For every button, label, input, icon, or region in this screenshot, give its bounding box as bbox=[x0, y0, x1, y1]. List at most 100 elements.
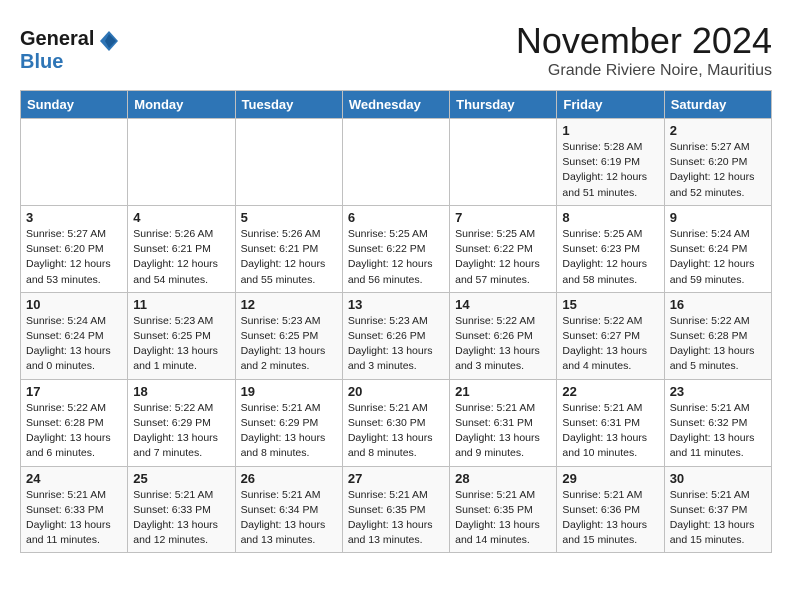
day-number: 25 bbox=[133, 471, 229, 486]
day-number: 20 bbox=[348, 384, 444, 399]
day-number: 2 bbox=[670, 123, 766, 138]
day-info: Sunrise: 5:24 AMSunset: 6:24 PMDaylight:… bbox=[26, 314, 122, 375]
calendar-cell: 21 Sunrise: 5:21 AMSunset: 6:31 PMDayligh… bbox=[450, 379, 557, 466]
weekday-header-friday: Friday bbox=[557, 91, 664, 119]
day-info: Sunrise: 5:26 AMSunset: 6:21 PMDaylight:… bbox=[241, 227, 337, 288]
day-number: 17 bbox=[26, 384, 122, 399]
day-info: Sunrise: 5:21 AMSunset: 6:36 PMDaylight:… bbox=[562, 488, 658, 549]
calendar-cell: 22Sunrise: 5:21 AMSunset: 6:31 PMDayligh… bbox=[557, 379, 664, 466]
day-number: 29 bbox=[562, 471, 658, 486]
calendar-cell: 29 Sunrise: 5:21 AMSunset: 6:36 PMDayligh… bbox=[557, 466, 664, 553]
day-number: 8 bbox=[562, 210, 658, 225]
day-number: 11 bbox=[133, 297, 229, 312]
day-number: 22 bbox=[562, 384, 658, 399]
calendar-cell: 24 Sunrise: 5:21 AMSunset: 6:33 PMDayligh… bbox=[21, 466, 128, 553]
day-info: Sunrise: 5:23 AMSunset: 6:25 PMDaylight:… bbox=[133, 314, 229, 375]
calendar-cell: 13 Sunrise: 5:23 AMSunset: 6:26 PMDayligh… bbox=[342, 292, 449, 379]
day-number: 30 bbox=[670, 471, 766, 486]
logo-blue: Blue bbox=[20, 51, 63, 73]
weekday-header-saturday: Saturday bbox=[664, 91, 771, 119]
day-info: Sunrise: 5:23 AMSunset: 6:25 PMDaylight:… bbox=[241, 314, 337, 375]
calendar-cell: 1 Sunrise: 5:28 AMSunset: 6:19 PMDaylight… bbox=[557, 119, 664, 206]
day-number: 18 bbox=[133, 384, 229, 399]
week-row-4: 17 Sunrise: 5:22 AMSunset: 6:28 PMDayligh… bbox=[21, 379, 772, 466]
day-info: Sunrise: 5:23 AMSunset: 6:26 PMDaylight:… bbox=[348, 314, 444, 375]
day-info: Sunrise: 5:21 AMSunset: 6:31 PMDaylight:… bbox=[455, 401, 551, 462]
week-row-2: 3Sunrise: 5:27 AMSunset: 6:20 PMDaylight… bbox=[21, 205, 772, 292]
day-info: Sunrise: 5:21 AMSunset: 6:35 PMDaylight:… bbox=[455, 488, 551, 549]
day-number: 1 bbox=[562, 123, 658, 138]
day-info: Sunrise: 5:21 AMSunset: 6:37 PMDaylight:… bbox=[670, 488, 766, 549]
day-number: 23 bbox=[670, 384, 766, 399]
calendar-cell: 2 Sunrise: 5:27 AMSunset: 6:20 PMDaylight… bbox=[664, 119, 771, 206]
calendar-cell: 30 Sunrise: 5:21 AMSunset: 6:37 PMDayligh… bbox=[664, 466, 771, 553]
weekday-header-row: SundayMondayTuesdayWednesdayThursdayFrid… bbox=[21, 91, 772, 119]
day-number: 14 bbox=[455, 297, 551, 312]
calendar-cell: 28Sunrise: 5:21 AMSunset: 6:35 PMDayligh… bbox=[450, 466, 557, 553]
logo: General Blue bbox=[20, 28, 119, 74]
calendar-table: SundayMondayTuesdayWednesdayThursdayFrid… bbox=[20, 90, 772, 553]
calendar-cell bbox=[342, 119, 449, 206]
day-info: Sunrise: 5:25 AMSunset: 6:23 PMDaylight:… bbox=[562, 227, 658, 288]
calendar-cell: 15Sunrise: 5:22 AMSunset: 6:27 PMDayligh… bbox=[557, 292, 664, 379]
logo-icon bbox=[100, 31, 118, 51]
day-number: 4 bbox=[133, 210, 229, 225]
day-info: Sunrise: 5:22 AMSunset: 6:27 PMDaylight:… bbox=[562, 314, 658, 375]
calendar-cell: 5 Sunrise: 5:26 AMSunset: 6:21 PMDaylight… bbox=[235, 205, 342, 292]
day-info: Sunrise: 5:21 AMSunset: 6:32 PMDaylight:… bbox=[670, 401, 766, 462]
calendar-cell bbox=[450, 119, 557, 206]
day-info: Sunrise: 5:28 AMSunset: 6:19 PMDaylight:… bbox=[562, 140, 658, 201]
calendar-cell: 10 Sunrise: 5:24 AMSunset: 6:24 PMDayligh… bbox=[21, 292, 128, 379]
day-number: 24 bbox=[26, 471, 122, 486]
calendar-cell: 16Sunrise: 5:22 AMSunset: 6:28 PMDayligh… bbox=[664, 292, 771, 379]
day-number: 3 bbox=[26, 210, 122, 225]
day-info: Sunrise: 5:22 AMSunset: 6:28 PMDaylight:… bbox=[26, 401, 122, 462]
calendar-cell: 19 Sunrise: 5:21 AMSunset: 6:29 PMDayligh… bbox=[235, 379, 342, 466]
calendar-cell: 20Sunrise: 5:21 AMSunset: 6:30 PMDayligh… bbox=[342, 379, 449, 466]
calendar-cell: 3Sunrise: 5:27 AMSunset: 6:20 PMDaylight… bbox=[21, 205, 128, 292]
week-row-3: 10 Sunrise: 5:24 AMSunset: 6:24 PMDayligh… bbox=[21, 292, 772, 379]
day-number: 27 bbox=[348, 471, 444, 486]
day-info: Sunrise: 5:21 AMSunset: 6:34 PMDaylight:… bbox=[241, 488, 337, 549]
day-info: Sunrise: 5:21 AMSunset: 6:35 PMDaylight:… bbox=[348, 488, 444, 549]
day-info: Sunrise: 5:21 AMSunset: 6:33 PMDaylight:… bbox=[133, 488, 229, 549]
day-info: Sunrise: 5:25 AMSunset: 6:22 PMDaylight:… bbox=[455, 227, 551, 288]
day-info: Sunrise: 5:24 AMSunset: 6:24 PMDaylight:… bbox=[670, 227, 766, 288]
day-number: 19 bbox=[241, 384, 337, 399]
day-number: 10 bbox=[26, 297, 122, 312]
calendar-cell: 8 Sunrise: 5:25 AMSunset: 6:23 PMDaylight… bbox=[557, 205, 664, 292]
day-info: Sunrise: 5:22 AMSunset: 6:26 PMDaylight:… bbox=[455, 314, 551, 375]
header: General Blue November 2024 Grande Rivier… bbox=[20, 20, 772, 80]
week-row-1: 1 Sunrise: 5:28 AMSunset: 6:19 PMDaylight… bbox=[21, 119, 772, 206]
calendar-cell bbox=[235, 119, 342, 206]
weekday-header-monday: Monday bbox=[128, 91, 235, 119]
day-number: 13 bbox=[348, 297, 444, 312]
weekday-header-tuesday: Tuesday bbox=[235, 91, 342, 119]
logo-text: General Blue bbox=[20, 28, 119, 74]
calendar-cell: 7 Sunrise: 5:25 AMSunset: 6:22 PMDaylight… bbox=[450, 205, 557, 292]
calendar-cell: 18 Sunrise: 5:22 AMSunset: 6:29 PMDayligh… bbox=[128, 379, 235, 466]
day-info: Sunrise: 5:26 AMSunset: 6:21 PMDaylight:… bbox=[133, 227, 229, 288]
day-info: Sunrise: 5:21 AMSunset: 6:33 PMDaylight:… bbox=[26, 488, 122, 549]
day-number: 9 bbox=[670, 210, 766, 225]
day-info: Sunrise: 5:27 AMSunset: 6:20 PMDaylight:… bbox=[670, 140, 766, 201]
day-number: 12 bbox=[241, 297, 337, 312]
day-number: 7 bbox=[455, 210, 551, 225]
month-title: November 2024 bbox=[516, 20, 772, 62]
calendar-cell: 17 Sunrise: 5:22 AMSunset: 6:28 PMDayligh… bbox=[21, 379, 128, 466]
day-info: Sunrise: 5:25 AMSunset: 6:22 PMDaylight:… bbox=[348, 227, 444, 288]
day-number: 21 bbox=[455, 384, 551, 399]
calendar-cell: 25 Sunrise: 5:21 AMSunset: 6:33 PMDayligh… bbox=[128, 466, 235, 553]
calendar-cell: 9 Sunrise: 5:24 AMSunset: 6:24 PMDaylight… bbox=[664, 205, 771, 292]
day-info: Sunrise: 5:21 AMSunset: 6:29 PMDaylight:… bbox=[241, 401, 337, 462]
calendar-cell: 6Sunrise: 5:25 AMSunset: 6:22 PMDaylight… bbox=[342, 205, 449, 292]
calendar-cell: 23 Sunrise: 5:21 AMSunset: 6:32 PMDayligh… bbox=[664, 379, 771, 466]
day-number: 5 bbox=[241, 210, 337, 225]
location-title: Grande Riviere Noire, Mauritius bbox=[516, 62, 772, 80]
day-number: 16 bbox=[670, 297, 766, 312]
calendar-cell: 11 Sunrise: 5:23 AMSunset: 6:25 PMDayligh… bbox=[128, 292, 235, 379]
calendar-cell: 14 Sunrise: 5:22 AMSunset: 6:26 PMDayligh… bbox=[450, 292, 557, 379]
day-info: Sunrise: 5:22 AMSunset: 6:29 PMDaylight:… bbox=[133, 401, 229, 462]
title-area: November 2024 Grande Riviere Noire, Maur… bbox=[516, 20, 772, 80]
calendar-cell: 12 Sunrise: 5:23 AMSunset: 6:25 PMDayligh… bbox=[235, 292, 342, 379]
